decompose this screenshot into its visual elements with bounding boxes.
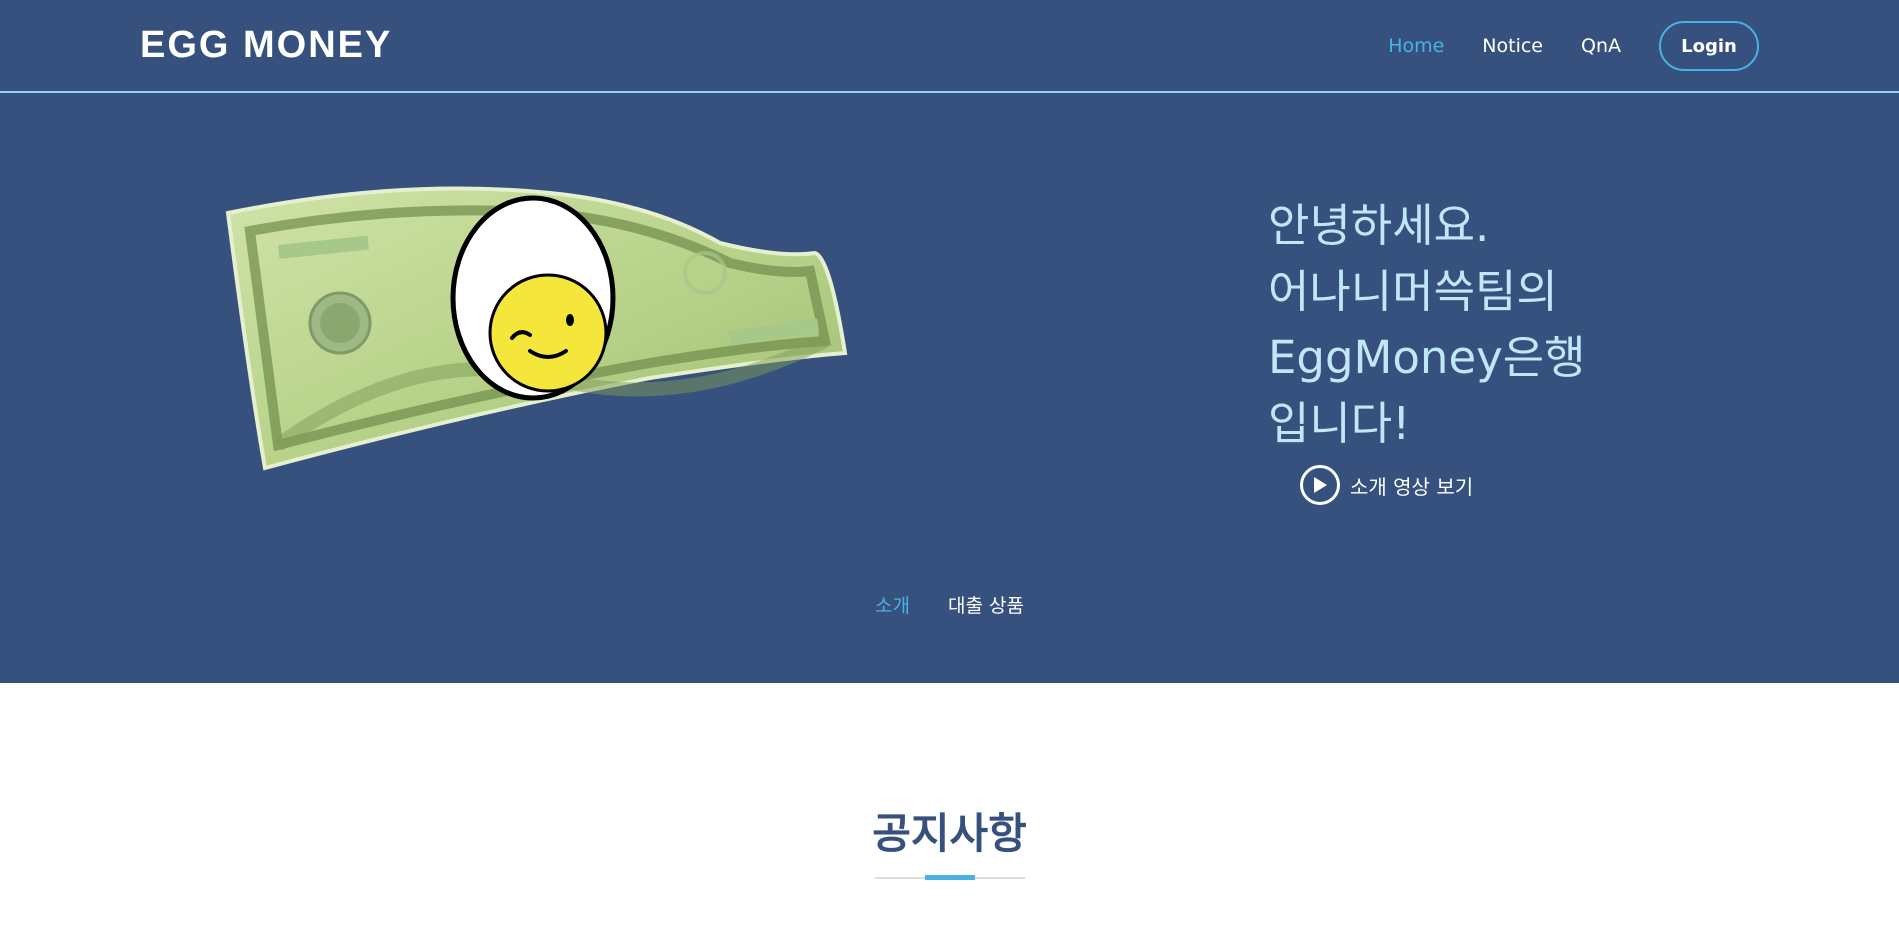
title-divider-accent [925, 875, 975, 880]
site-logo[interactable]: EGG MONEY [140, 24, 392, 67]
nav-qna-link[interactable]: QnA [1581, 35, 1621, 57]
tab-loan-products[interactable]: 대출 상품 [948, 591, 1024, 618]
hero-headline: 안녕하세요. 어나니머쓱팀의 EggMoney은행 입니다! [1268, 199, 1586, 450]
hero-tabs: 소개 대출 상품 [0, 591, 1899, 618]
notice-section-title: 공지사항 [872, 809, 1027, 858]
login-button[interactable]: Login [1659, 21, 1759, 71]
nav-home-link[interactable]: Home [1388, 35, 1444, 57]
site-header: EGG MONEY Home Notice QnA Login [0, 0, 1899, 93]
intro-video-link[interactable]: 소개 영상 보기 [1300, 465, 1473, 505]
play-triangle-icon [1314, 477, 1327, 493]
play-icon[interactable] [1300, 465, 1340, 505]
egg-money-illustration [225, 186, 848, 471]
main-nav: Home Notice QnA Login [1350, 20, 1759, 72]
tab-intro[interactable]: 소개 [875, 591, 910, 618]
nav-notice-link[interactable]: Notice [1482, 35, 1543, 57]
intro-video-label[interactable]: 소개 영상 보기 [1350, 471, 1473, 500]
hero-section: 안녕하세요. 어나니머쓱팀의 EggMoney은행 입니다! 소개 영상 보기 … [0, 93, 1899, 683]
